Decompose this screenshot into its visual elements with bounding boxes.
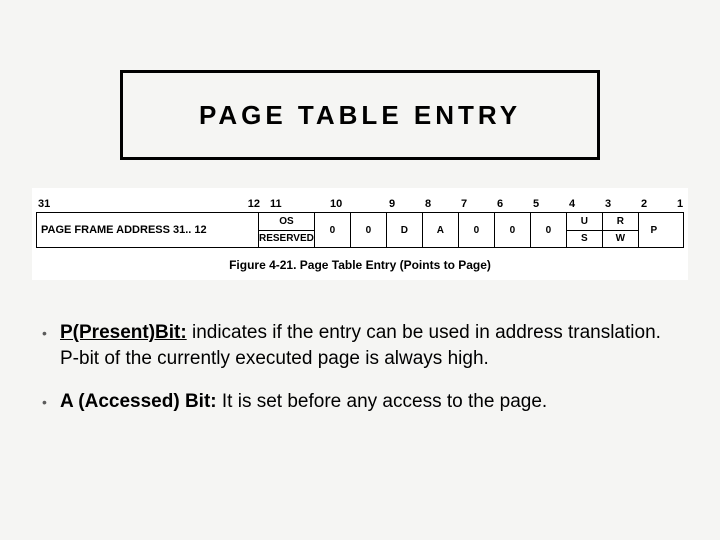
- bullet-present-text: P(Present)Bit: indicates if the entry ca…: [60, 320, 682, 371]
- pte-figure: 31 12 11 10 9 8 7 6 5 4 3 2 1 0 PAGE FRA…: [32, 188, 688, 280]
- bullet-list: • P(Present)Bit: indicates if the entry …: [42, 320, 682, 433]
- bullet-present: • P(Present)Bit: indicates if the entry …: [42, 320, 682, 371]
- field-bit7-d: D: [387, 213, 423, 247]
- page-title: PAGE TABLE ENTRY: [199, 100, 521, 131]
- bullet-dot-icon: •: [42, 389, 60, 415]
- field-os-reserved: OS RESERVED: [259, 213, 315, 247]
- bit-label-6: 6: [482, 198, 518, 210]
- bit-label-31: 31: [36, 198, 238, 210]
- field-os-top: OS: [259, 213, 314, 231]
- field-bit1-r: R: [603, 213, 638, 231]
- bit-label-9: 9: [374, 198, 410, 210]
- field-bit2-s: S: [567, 231, 602, 248]
- bit-label-5: 5: [518, 198, 554, 210]
- field-bit3: 0: [531, 213, 567, 247]
- bit-label-8: 8: [410, 198, 446, 210]
- bullet-present-label: P(Present)Bit:: [60, 322, 187, 343]
- title-box: PAGE TABLE ENTRY: [120, 70, 600, 160]
- bullet-accessed-text: A (Accessed) Bit: It is set before any a…: [60, 389, 547, 415]
- bit-position-row: 31 12 11 10 9 8 7 6 5 4 3 2 1 0: [36, 194, 684, 210]
- bit-label-2: 2: [626, 198, 662, 210]
- field-bit6-a: A: [423, 213, 459, 247]
- bit-label-7: 7: [446, 198, 482, 210]
- field-bit5: 0: [459, 213, 495, 247]
- bit-label-1: 1: [662, 198, 698, 210]
- bit-label-11: 11: [264, 198, 330, 210]
- bit-label-12: 12: [238, 198, 264, 210]
- field-row: PAGE FRAME ADDRESS 31.. 12 OS RESERVED 0…: [36, 212, 684, 248]
- bit-label-3: 3: [590, 198, 626, 210]
- figure-caption: Figure 4-21. Page Table Entry (Points to…: [36, 258, 684, 272]
- field-bit8: 0: [351, 213, 387, 247]
- field-bit0-p: P: [639, 213, 669, 247]
- field-bit4: 0: [495, 213, 531, 247]
- field-bit9: 0: [315, 213, 351, 247]
- field-page-frame: PAGE FRAME ADDRESS 31.. 12: [37, 213, 259, 247]
- field-os-bot: RESERVED: [259, 231, 314, 248]
- field-bit2-us: U S: [567, 213, 603, 247]
- field-bit1-w: W: [603, 231, 638, 248]
- bullet-accessed: • A (Accessed) Bit: It is set before any…: [42, 389, 682, 415]
- bit-label-10: 10: [330, 198, 374, 210]
- bullet-accessed-body: It is set before any access to the page.: [217, 391, 548, 412]
- bullet-dot-icon: •: [42, 320, 60, 346]
- field-bit2-u: U: [567, 213, 602, 231]
- field-bit1-rw: R W: [603, 213, 639, 247]
- bit-label-4: 4: [554, 198, 590, 210]
- bullet-accessed-label: A (Accessed) Bit:: [60, 391, 217, 412]
- bit-label-0: 0: [698, 198, 720, 210]
